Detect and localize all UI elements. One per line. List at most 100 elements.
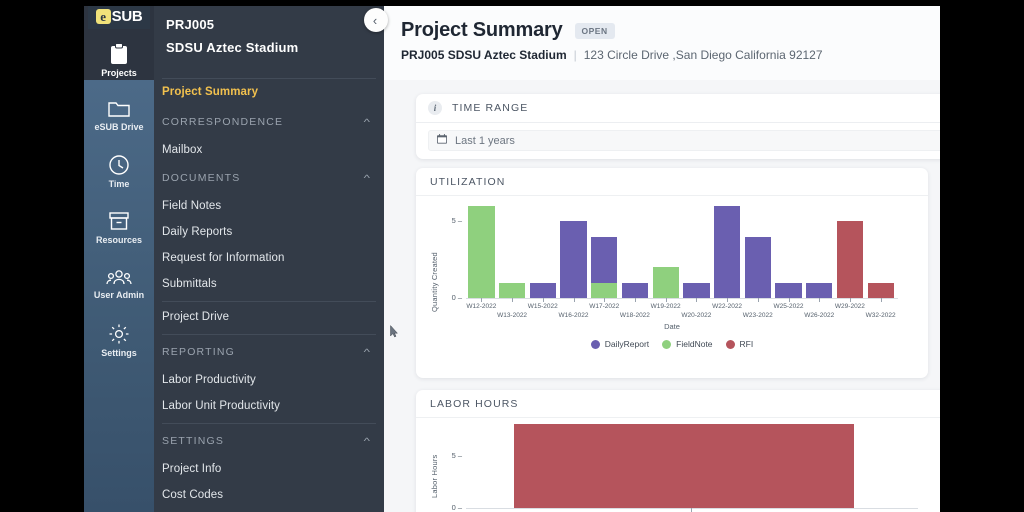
screenshot-root: e SUB Projects eSUB Drive Time Resources… [0,0,1024,512]
utilization-tickmark [757,298,759,302]
utilization-bar[interactable] [865,206,896,298]
utilization-bar[interactable] [773,206,804,298]
utilization-x-axis [466,298,898,299]
legend-item-rfi[interactable]: RFI [725,339,754,349]
breadcrumb: PRJ005 SDSU Aztec Stadium | 123 Circle D… [401,48,823,62]
letterbox-top [84,0,940,6]
utilization-y-tick: 0 – [451,293,462,302]
nav-item-daily-reports[interactable]: Daily Reports [154,219,384,245]
nav-item-labor-productivity[interactable]: Labor Productivity [154,367,384,393]
nav-project-name: SDSU Aztec Stadium [166,40,299,55]
utilization-tickmark [880,298,882,302]
utilization-bar[interactable] [466,206,497,298]
legend-item-dailyreport[interactable]: DailyReport [590,339,650,349]
utilization-x-axis-label: Date [664,322,680,331]
utilization-x-tick-label: W12-2022 [466,303,497,310]
nav-item-project-summary[interactable]: Project Summary [154,79,384,107]
rail-item-time[interactable]: Time [84,141,154,201]
utilization-bar[interactable] [804,206,835,298]
nav-divider-mid-2 [162,334,376,335]
sidebar-collapse-button[interactable]: ‹ [364,8,388,32]
utilization-legend: DailyReport FieldNote RFI [416,339,928,349]
legend-label: DailyReport [604,339,650,349]
labor-y-tick: 5 – [451,450,462,460]
time-range-value: Last 1 years [455,134,515,147]
nav-section-correspondence[interactable]: CORRESPONDENCE ^ [154,107,384,137]
utilization-tickmark [727,298,729,302]
legend-label: RFI [739,339,754,349]
page-title: Project Summary [401,19,563,41]
rail-label-time: Time [108,178,130,189]
nav-item-mailbox[interactable]: Mailbox [154,137,384,163]
nav-item-labor-unit-productivity[interactable]: Labor Unit Productivity [154,393,384,419]
page-header: Project Summary OPEN PRJ005 SDSU Aztec S… [384,6,940,80]
rail-label-settings: Settings [101,347,137,358]
legend-label: FieldNote [676,339,713,349]
box-icon [108,211,130,232]
nav-item-project-info[interactable]: Project Info [154,456,384,482]
utilization-bar[interactable] [558,206,589,298]
rail-item-esub-drive[interactable]: eSUB Drive [84,85,154,145]
rail-item-user-admin[interactable]: User Admin [84,254,154,314]
esub-logo[interactable]: e SUB [88,3,150,29]
bar-segment-fieldnote [498,282,526,298]
labor-hours-header: LABOR HOURS [416,390,940,418]
utilization-tickmark [512,298,514,302]
nav-section-reporting[interactable]: REPORTING ^ [154,337,384,367]
rail-item-projects[interactable]: Projects [84,30,154,90]
utilization-x-tick-label: W25-2022 [773,303,804,310]
nav-project-id: PRJ005 [166,17,215,32]
rail-label-esub-drive: eSUB Drive [94,121,144,132]
nav-item-project-drive[interactable]: Project Drive [154,304,384,330]
rail-item-resources[interactable]: Resources [84,198,154,258]
page-title-row: Project Summary OPEN [401,19,615,42]
utilization-x-tick-label: W32-2022 [865,312,896,319]
bar-segment-dailyreport [591,236,618,283]
utilization-header: UTILIZATION [416,168,928,196]
rail-label-resources: Resources [95,235,143,245]
nav-item-submittals[interactable]: Submittals [154,271,384,297]
info-icon[interactable]: i [428,101,442,115]
bar-segment-fieldnote [468,206,495,298]
utilization-bar[interactable] [620,206,651,298]
bar-segment-dailyreport [775,282,802,298]
nav-section-documents[interactable]: DOCUMENTS ^ [154,163,384,193]
legend-swatch [590,339,600,349]
bar-segment-fieldnote [591,282,618,298]
bar-segment-dailyreport [744,236,771,298]
labor-hours-bar[interactable] [514,424,854,508]
nav-project-header: PRJ005 SDSU Aztec Stadium [154,0,384,78]
utilization-card: UTILIZATION Quantity Created 0 –5 – W12-… [416,168,928,378]
utilization-bar[interactable] [650,206,681,298]
nav-divider-mid [162,301,376,302]
nav-section-label-reporting: REPORTING [162,346,236,358]
labor-hours-card: LABOR HOURS Labor Hours 0 –5 – 27 June 2… [416,390,940,512]
nav-section-settings[interactable]: SETTINGS ^ [154,426,384,456]
utilization-x-tick-label: W19-2022 [650,303,681,310]
time-range-header: i TIME RANGE [416,94,940,123]
status-badge: OPEN [574,22,615,39]
utilization-bar[interactable] [681,206,712,298]
utilization-bar[interactable] [835,206,866,298]
utilization-bar[interactable] [742,206,773,298]
nav-item-request-for-information[interactable]: Request for Information [154,245,384,271]
utilization-bar[interactable] [497,206,528,298]
legend-item-fieldnote[interactable]: FieldNote [662,339,713,349]
time-range-title: TIME RANGE [452,102,529,114]
utilization-tickmark [604,298,606,302]
time-range-input[interactable]: Last 1 years [428,130,940,151]
clock-icon [108,154,130,176]
utilization-bar[interactable] [712,206,743,298]
utilization-bar[interactable] [589,206,620,298]
utilization-bar[interactable] [527,206,558,298]
calendar-icon [437,134,447,147]
rail-item-settings[interactable]: Settings [84,310,154,370]
nav-menu: Project Summary CORRESPONDENCE ^ Mailbox… [154,79,384,508]
utilization-plot [466,206,896,298]
letterbox-right [940,0,1024,512]
utilization-tickmark [481,298,483,302]
nav-item-cost-codes[interactable]: Cost Codes [154,482,384,508]
rail-label-user-admin: User Admin [93,290,145,300]
utilization-tickmark [573,298,575,302]
nav-item-field-notes[interactable]: Field Notes [154,193,384,219]
